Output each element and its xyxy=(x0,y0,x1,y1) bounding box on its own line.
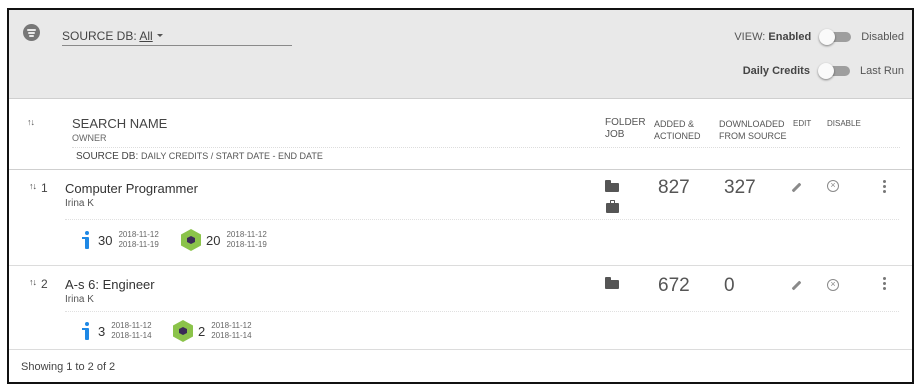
col-folder: FOLDER xyxy=(605,117,646,128)
row-divider xyxy=(65,311,899,312)
folder-icon[interactable] xyxy=(605,180,619,192)
col-source-db-detail: DAILY CREDITS / START DATE - END DATE xyxy=(141,151,323,161)
col-owner[interactable]: OWNER xyxy=(72,133,107,143)
table-row[interactable]: ↑↓ 2 A-s 6: Engineer Irina K 672 0 × 3 20… xyxy=(9,267,912,350)
date-range: 2018-11-12 2018-11-19 xyxy=(226,230,267,249)
source-value: 20 xyxy=(206,232,221,248)
col-added[interactable]: ADDED & ACTIONED xyxy=(654,118,701,142)
credits-toggle-row: Daily Credits Last Run xyxy=(743,63,904,79)
downloaded-count: 327 xyxy=(724,177,756,198)
owner-name: Irina K xyxy=(65,198,94,209)
source-db-label: SOURCE DB: xyxy=(62,29,137,43)
daily-credits-stat: 3 2018-11-12 2018-11-14 xyxy=(81,321,152,341)
added-count: 827 xyxy=(658,177,690,198)
caret-down-icon xyxy=(156,34,163,37)
edit-pencil-icon[interactable] xyxy=(791,280,802,291)
col-edit: EDIT xyxy=(793,119,812,128)
added-count: 672 xyxy=(658,275,690,296)
col-search-name[interactable]: SEARCH NAME xyxy=(72,116,167,131)
col-folder-job: FOLDER JOB xyxy=(605,117,646,141)
daily-credits-label: Daily Credits xyxy=(742,65,810,77)
sort-icon[interactable]: ↑↓ xyxy=(29,277,37,291)
folder-icon[interactable] xyxy=(605,277,619,289)
hexagon-source-icon xyxy=(181,229,201,251)
downloaded-count: 0 xyxy=(724,275,735,296)
date-range: 2018-11-12 2018-11-14 xyxy=(211,321,252,340)
sort-icon[interactable]: ↑↓ xyxy=(29,181,37,195)
daily-credits-stat: 30 2018-11-12 2018-11-19 xyxy=(81,230,159,250)
disable-circle-x-icon[interactable]: × xyxy=(827,279,839,291)
source-stat: 2 2018-11-12 2018-11-14 xyxy=(173,320,252,342)
date-range: 2018-11-12 2018-11-19 xyxy=(118,230,159,249)
search-name[interactable]: A-s 6: Engineer xyxy=(65,277,155,292)
header-divider xyxy=(72,147,900,148)
briefcase-icon[interactable] xyxy=(606,200,619,213)
owner-name: Irina K xyxy=(65,294,94,305)
row-divider xyxy=(65,219,899,220)
view-toggle[interactable] xyxy=(819,29,853,45)
view-enabled-label: Enabled xyxy=(768,31,812,43)
source-stat: 20 2018-11-12 2018-11-19 xyxy=(181,229,267,251)
last-run-label: Last Run xyxy=(859,65,904,77)
filter-bar: SOURCE DB: All VIEW: Enabled Disabled Da… xyxy=(9,10,912,99)
info-icon xyxy=(81,322,93,340)
info-icon xyxy=(81,231,93,249)
col-job: JOB xyxy=(605,129,625,140)
searches-panel: SOURCE DB: All VIEW: Enabled Disabled Da… xyxy=(7,8,914,384)
col-downloaded[interactable]: DOWNLOADED FROM SOURCE xyxy=(719,118,787,142)
credits-toggle[interactable] xyxy=(817,63,852,79)
edit-pencil-icon[interactable] xyxy=(791,182,802,193)
sort-icon[interactable]: ↑↓ xyxy=(27,117,35,127)
more-vert-icon[interactable] xyxy=(883,277,886,292)
col-source-db: SOURCE DB: DAILY CREDITS / START DATE - … xyxy=(76,151,323,162)
search-name[interactable]: Computer Programmer xyxy=(65,181,198,196)
source-db-select[interactable]: SOURCE DB: All xyxy=(62,29,292,46)
row-index: ↑↓ 2 xyxy=(29,277,48,291)
source-db-value: All xyxy=(139,29,153,43)
col-disable: DISABLE xyxy=(827,119,861,128)
date-range: 2018-11-12 2018-11-14 xyxy=(111,321,152,340)
credits-value: 30 xyxy=(98,232,113,248)
more-vert-icon[interactable] xyxy=(883,180,886,195)
table-header: ↑↓ SEARCH NAME OWNER SOURCE DB: DAILY CR… xyxy=(9,100,912,170)
source-value: 2 xyxy=(198,323,206,339)
view-label: VIEW: xyxy=(734,31,766,43)
view-disabled-label: Disabled xyxy=(861,31,904,43)
view-toggle-row: VIEW: Enabled Disabled xyxy=(734,29,904,45)
disable-circle-x-icon[interactable]: × xyxy=(827,180,839,192)
hexagon-source-icon xyxy=(173,320,193,342)
pagination-info: Showing 1 to 2 of 2 xyxy=(21,361,116,373)
credits-value: 3 xyxy=(98,323,106,339)
row-index: ↑↓ 1 xyxy=(29,181,48,195)
table-row[interactable]: ↑↓ 1 Computer Programmer Irina K 827 327 … xyxy=(9,171,912,266)
filter-icon[interactable] xyxy=(23,24,40,41)
